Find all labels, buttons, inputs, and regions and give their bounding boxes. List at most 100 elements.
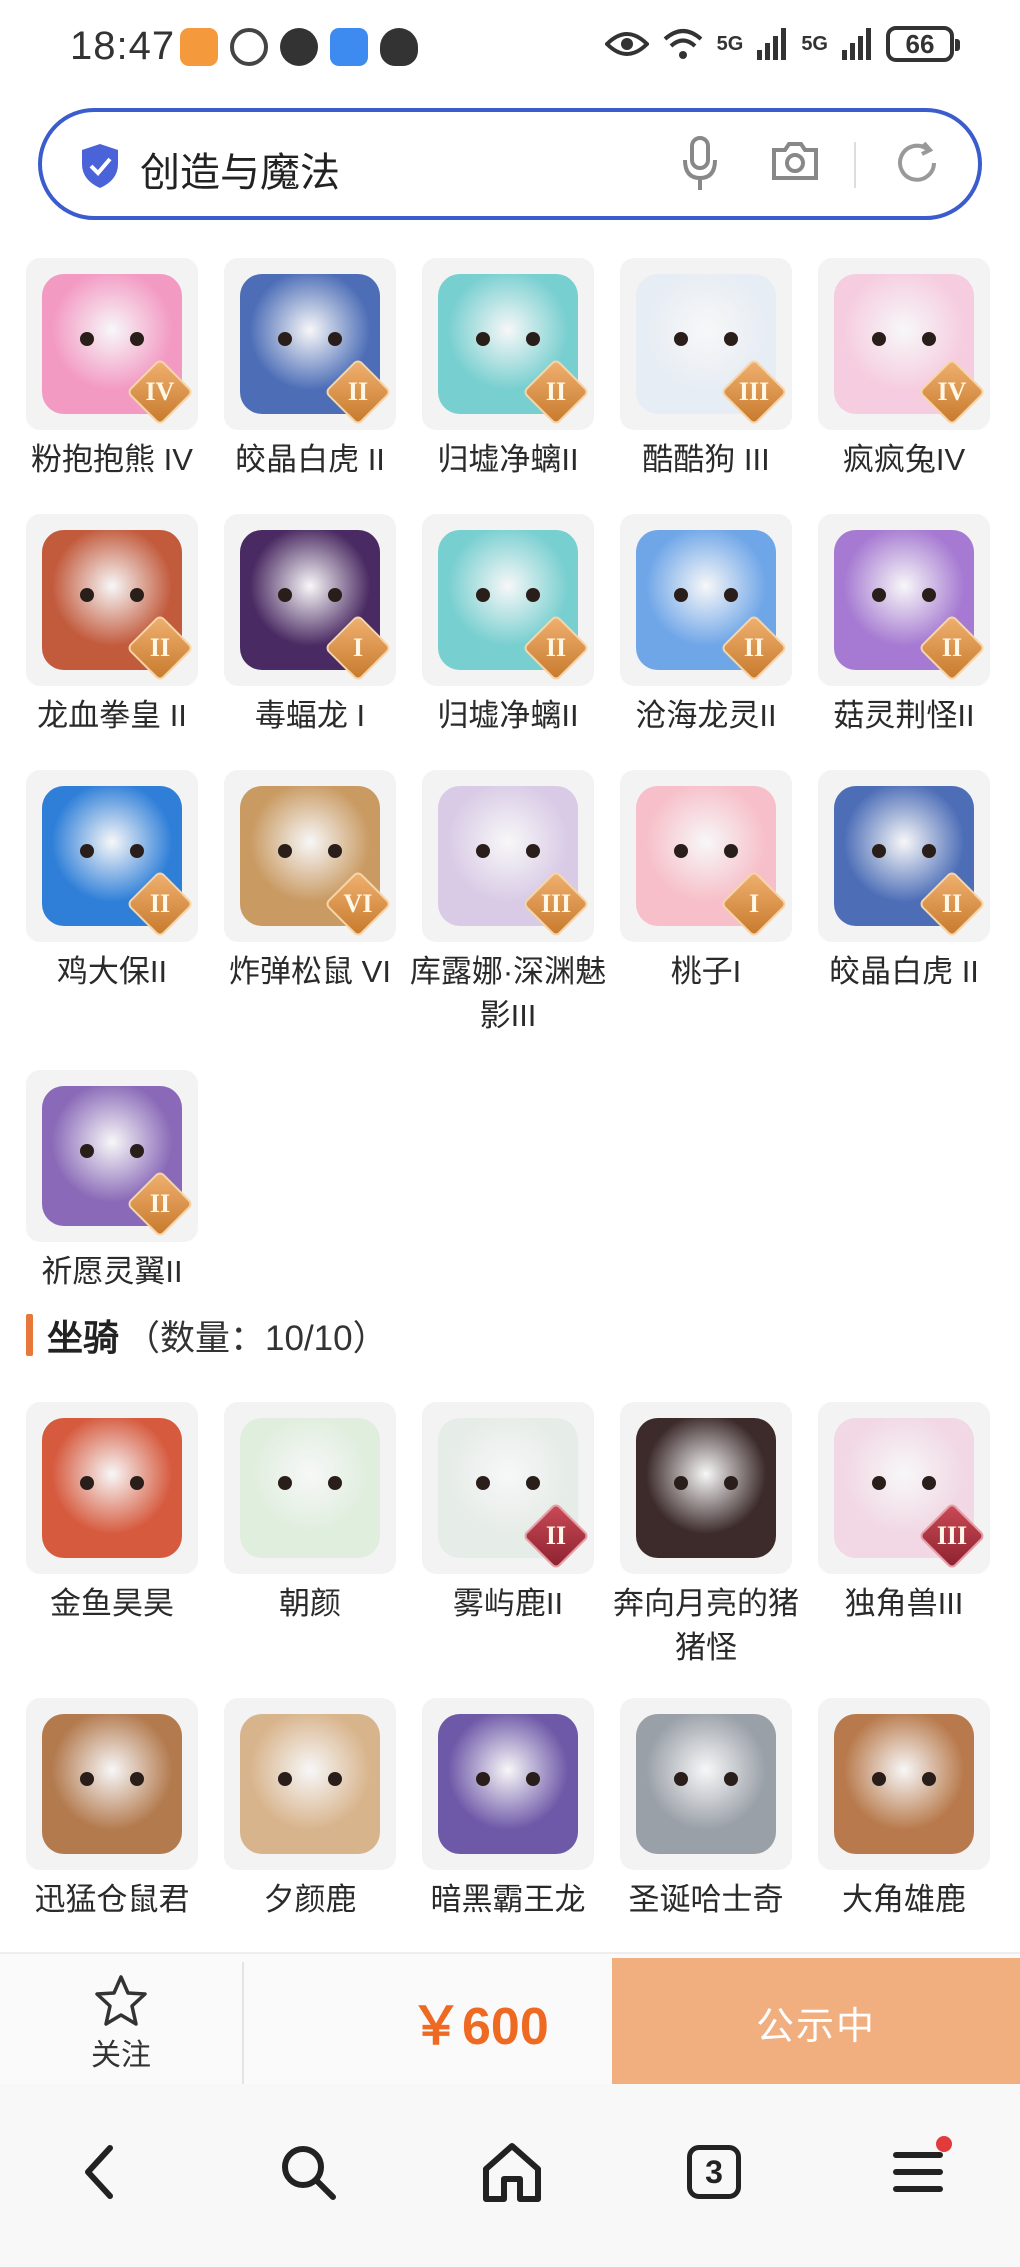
pet-item[interactable]: II 鸡大保II: [26, 770, 198, 1038]
rank-label: III: [738, 377, 770, 406]
item-thumbnail[interactable]: IV: [818, 258, 990, 430]
item-thumbnail[interactable]: [620, 1698, 792, 1870]
chevron-left-icon: [85, 2145, 113, 2199]
pet-item[interactable]: II 皎晶白虎 II: [818, 770, 990, 1038]
refresh-icon[interactable]: [894, 140, 940, 186]
item-thumbnail[interactable]: III: [818, 1402, 990, 1574]
character-eyes: [674, 588, 738, 602]
mount-item[interactable]: III 独角兽III: [818, 1402, 990, 1670]
section-accent-bar: [26, 1314, 33, 1356]
pet-item[interactable]: II 归墟净螭II: [422, 514, 594, 738]
character-eyes: [476, 1772, 540, 1786]
pet-item[interactable]: II 龙血拳皇 II: [26, 514, 198, 738]
item-thumbnail[interactable]: III: [620, 258, 792, 430]
mount-item[interactable]: 奔向月亮的猪猪怪: [613, 1402, 799, 1670]
item-thumbnail[interactable]: [224, 1698, 396, 1870]
mount-item[interactable]: 大角雄鹿: [818, 1698, 990, 1922]
price: ￥600: [410, 1998, 549, 2056]
item-thumbnail[interactable]: III: [422, 770, 594, 942]
item-thumbnail[interactable]: IV: [26, 258, 198, 430]
item-thumbnail[interactable]: II: [26, 514, 198, 686]
pet-item[interactable]: II 沧海龙灵II: [620, 514, 792, 738]
item-thumbnail[interactable]: [620, 1402, 792, 1574]
item-name: 酷酷狗 III: [642, 442, 770, 477]
mount-item[interactable]: 圣诞哈士奇: [620, 1698, 792, 1922]
rank-label: II: [941, 889, 963, 918]
pet-item[interactable]: II 皎晶白虎 II: [224, 258, 396, 482]
pet-item[interactable]: VI 炸弹松鼠 VI: [224, 770, 396, 1038]
character-eyes: [872, 1476, 936, 1490]
item-name: 金鱼昊昊: [50, 1586, 174, 1621]
status-button[interactable]: 公示中: [612, 1958, 1020, 2086]
item-thumbnail[interactable]: II: [224, 258, 396, 430]
item-thumbnail[interactable]: II: [620, 514, 792, 686]
item-thumbnail[interactable]: II: [26, 770, 198, 942]
notification-dot: [936, 2136, 952, 2152]
home-button[interactable]: [472, 2132, 552, 2212]
notification-icons: [180, 28, 418, 66]
follow-button[interactable]: 关注: [58, 1974, 184, 2074]
item-thumbnail[interactable]: [224, 1402, 396, 1574]
rank-label: III: [540, 889, 572, 918]
rank-label: II: [149, 889, 171, 918]
item-name: 皎晶白虎 II: [235, 442, 385, 477]
action-bar: 关注 ￥600 公示中: [0, 1952, 1020, 2086]
item-thumbnail[interactable]: I: [620, 770, 792, 942]
mount-item[interactable]: II 雾屿鹿II: [422, 1402, 594, 1670]
section-title: 坐骑: [47, 1317, 120, 1358]
pet-item[interactable]: II 祈愿灵翼II: [26, 1070, 198, 1294]
tabs-count: 3: [687, 2145, 741, 2199]
character-eyes: [80, 844, 144, 858]
mount-item[interactable]: 夕颜鹿: [224, 1698, 396, 1922]
item-thumbnail[interactable]: II: [818, 514, 990, 686]
mount-item[interactable]: 暗黑霸王龙: [422, 1698, 594, 1922]
mount-item[interactable]: 迅猛仓鼠君: [26, 1698, 198, 1922]
character-eyes: [476, 1476, 540, 1490]
back-button[interactable]: [60, 2132, 140, 2212]
item-name: 毒蝠龙 I: [254, 698, 366, 733]
pet-item[interactable]: IV 疯疯兔IV: [818, 258, 990, 482]
pet-item[interactable]: IV 粉抱抱熊 IV: [26, 258, 198, 482]
item-thumbnail[interactable]: II: [422, 514, 594, 686]
item-thumbnail[interactable]: II: [422, 1402, 594, 1574]
item-thumbnail[interactable]: I: [224, 514, 396, 686]
mount-item[interactable]: 朝颜: [224, 1402, 396, 1670]
item-thumbnail[interactable]: [26, 1698, 198, 1870]
search-query[interactable]: 创造与魔法: [140, 140, 340, 198]
item-thumbnail[interactable]: [26, 1402, 198, 1574]
item-thumbnail[interactable]: [422, 1698, 594, 1870]
item-thumbnail[interactable]: [818, 1698, 990, 1870]
pet-item[interactable]: II 菇灵荆怪II: [818, 514, 990, 738]
character-eyes: [80, 1476, 144, 1490]
character-art: [636, 1714, 776, 1854]
item-name: 鸡大保II: [56, 954, 168, 989]
signal-icon: [757, 28, 787, 60]
item-thumbnail[interactable]: VI: [224, 770, 396, 942]
signal-icon: [842, 28, 871, 60]
pet-item[interactable]: II 归墟净螭II: [422, 258, 594, 482]
item-name: 圣诞哈士奇: [628, 1882, 784, 1917]
character-art: [240, 1418, 380, 1558]
signal-5g-label: 5G: [801, 32, 828, 55]
search-bar[interactable]: 创造与魔法: [38, 108, 982, 220]
tabs-button[interactable]: 3: [674, 2132, 754, 2212]
pet-item[interactable]: I 桃子I: [620, 770, 792, 1038]
item-thumbnail[interactable]: II: [26, 1070, 198, 1242]
microphone-icon[interactable]: [682, 136, 718, 192]
mount-item[interactable]: 金鱼昊昊: [26, 1402, 198, 1670]
character-eyes: [278, 332, 342, 346]
search-button[interactable]: [268, 2132, 348, 2212]
item-name: 雾屿鹿II: [452, 1586, 564, 1621]
pet-item[interactable]: III 酷酷狗 III: [620, 258, 792, 482]
character-art: [240, 1714, 380, 1854]
menu-button[interactable]: [878, 2132, 958, 2212]
rank-label: II: [545, 1521, 567, 1550]
item-thumbnail[interactable]: II: [422, 258, 594, 430]
pet-item[interactable]: III 库露娜·深渊魅影III: [410, 770, 606, 1038]
character-eyes: [80, 1144, 144, 1158]
item-thumbnail[interactable]: II: [818, 770, 990, 942]
item-name: 大角雄鹿: [842, 1882, 966, 1917]
camera-icon[interactable]: [770, 140, 820, 182]
character-eyes: [80, 588, 144, 602]
pet-item[interactable]: I 毒蝠龙 I: [224, 514, 396, 738]
